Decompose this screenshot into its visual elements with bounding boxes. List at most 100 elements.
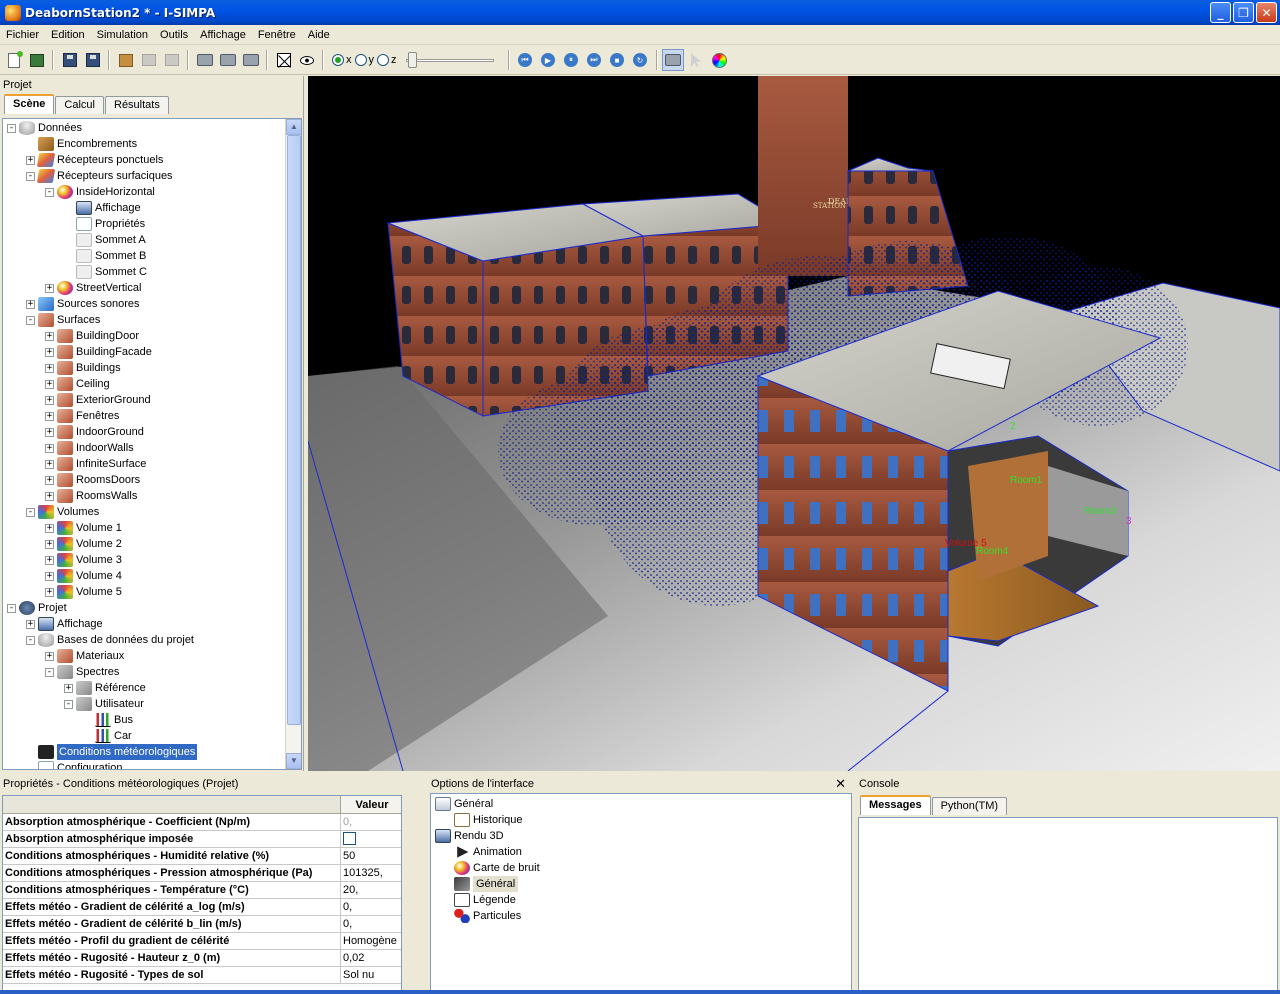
expand-toggle[interactable]: + <box>45 395 54 405</box>
options-tree-item[interactable]: Général <box>435 796 493 812</box>
expand-toggle[interactable]: + <box>45 347 54 357</box>
property-row[interactable]: Conditions atmosphériques - Pression atm… <box>3 865 401 882</box>
tree-item[interactable]: - Données <box>7 120 82 136</box>
collapse-toggle[interactable]: - <box>45 187 54 197</box>
options-close-button[interactable]: ✕ <box>835 777 846 792</box>
tree-item[interactable]: - Bases de données du projet <box>26 632 194 648</box>
camera-view-2-button[interactable] <box>217 49 239 71</box>
cut-button[interactable] <box>138 49 160 71</box>
tab-resultats[interactable]: Résultats <box>105 96 169 114</box>
expand-toggle[interactable]: + <box>64 683 73 693</box>
tree-item[interactable]: + Volume 2 <box>45 536 122 552</box>
close-button[interactable]: ✕ <box>1256 2 1277 23</box>
collapse-toggle[interactable]: - <box>64 699 73 709</box>
options-tree-item[interactable]: Légende <box>454 892 516 908</box>
expand-toggle[interactable]: + <box>45 427 54 437</box>
menu-fichier[interactable]: Fichier <box>0 25 45 45</box>
save-button[interactable] <box>59 49 81 71</box>
expand-toggle[interactable]: + <box>26 619 35 629</box>
collapse-toggle[interactable]: - <box>45 667 54 677</box>
slider-thumb[interactable] <box>407 52 417 68</box>
scroll-thumb[interactable] <box>287 135 301 725</box>
property-value[interactable]: 101325, <box>341 865 401 881</box>
property-row[interactable]: Effets météo - Rugosité - Types de sol So… <box>3 967 401 984</box>
select-mode-button[interactable] <box>685 49 707 71</box>
property-value[interactable]: 0,02 <box>341 950 401 966</box>
tree-item[interactable]: - Volumes <box>26 504 99 520</box>
collapse-toggle[interactable]: - <box>26 171 35 181</box>
scroll-up-button[interactable]: ▲ <box>286 119 301 135</box>
tree-item[interactable]: + StreetVertical <box>45 280 141 296</box>
expand-toggle[interactable]: + <box>45 523 54 533</box>
wireframe-toggle[interactable] <box>273 49 295 71</box>
camera-view-1-button[interactable] <box>194 49 216 71</box>
tree-item[interactable]: Bus <box>83 712 133 728</box>
tree-item[interactable]: + IndoorGround <box>45 424 144 440</box>
property-row[interactable]: Effets météo - Gradient de célérité a_lo… <box>3 899 401 916</box>
menu-simulation[interactable]: Simulation <box>91 25 154 45</box>
property-value[interactable]: 50 <box>341 848 401 864</box>
tree-item[interactable]: + Ceiling <box>45 376 110 392</box>
visibility-toggle[interactable] <box>296 49 318 71</box>
expand-toggle[interactable]: + <box>45 475 54 485</box>
tree-item[interactable]: Car <box>83 728 132 744</box>
tab-python[interactable]: Python(TM) <box>931 797 1008 815</box>
tree-item[interactable]: + Référence <box>64 680 146 696</box>
tree-item[interactable]: Sommet B <box>64 248 146 264</box>
expand-toggle[interactable]: + <box>45 443 54 453</box>
tree-item[interactable]: Configuration <box>26 760 122 769</box>
expand-toggle[interactable]: + <box>45 555 54 565</box>
property-row[interactable]: Conditions atmosphériques - Température … <box>3 882 401 899</box>
tree-item[interactable]: Affichage <box>64 200 141 216</box>
expand-toggle[interactable]: + <box>45 379 54 389</box>
tree-item[interactable]: - Projet <box>7 600 67 616</box>
property-row[interactable]: Effets météo - Profil du gradient de cél… <box>3 933 401 950</box>
expand-toggle[interactable]: + <box>26 155 35 165</box>
tree-item[interactable]: + BuildingFacade <box>45 344 152 360</box>
property-value[interactable]: 0, <box>341 916 401 932</box>
menu-edition[interactable]: Edition <box>45 25 91 45</box>
tree-item[interactable]: + RoomsDoors <box>45 472 140 488</box>
options-tree-item[interactable]: Rendu 3D <box>435 828 504 844</box>
collapse-toggle[interactable]: - <box>26 635 35 645</box>
property-row[interactable]: Absorption atmosphérique - Coefficient (… <box>3 814 401 831</box>
tree-item[interactable]: + Récepteurs ponctuels <box>26 152 163 168</box>
camera-view-3-button[interactable] <box>240 49 262 71</box>
tree-item[interactable]: Conditions météorologiques <box>26 744 198 760</box>
tree-item[interactable]: + Fenêtres <box>45 408 119 424</box>
tab-messages[interactable]: Messages <box>860 795 931 815</box>
first-frame-button[interactable]: ⏮ <box>514 49 536 71</box>
tree-item[interactable]: + Volume 3 <box>45 552 122 568</box>
menu-fenetre[interactable]: Fenêtre <box>252 25 302 45</box>
tree-item[interactable]: + RoomsWalls <box>45 488 137 504</box>
expand-toggle[interactable]: + <box>45 539 54 549</box>
options-tree-item[interactable]: Animation <box>454 844 522 860</box>
save-as-button[interactable] <box>82 49 104 71</box>
property-row[interactable]: Effets météo - Gradient de célérité b_li… <box>3 916 401 933</box>
tab-scene[interactable]: Scène <box>4 94 55 114</box>
loop-button[interactable]: ↻ <box>629 49 651 71</box>
tree-item[interactable]: - Utilisateur <box>64 696 144 712</box>
menu-affichage[interactable]: Affichage <box>194 25 252 45</box>
import-button[interactable] <box>115 49 137 71</box>
property-value[interactable]: 20, <box>341 882 401 898</box>
tree-item[interactable]: + Volume 4 <box>45 568 122 584</box>
axis-y-radio[interactable] <box>354 54 367 66</box>
tree-item[interactable]: + IndoorWalls <box>45 440 134 456</box>
tree-item[interactable]: Propriétés <box>64 216 145 232</box>
property-value[interactable]: 0, <box>341 814 401 830</box>
scroll-down-button[interactable]: ▼ <box>286 753 301 769</box>
options-tree-item[interactable]: Particules <box>454 908 521 924</box>
viewport-3d[interactable]: DEARBORN STATION Room1 Room3 Volume 5 Ro… <box>308 76 1280 771</box>
tree-item[interactable]: - InsideHorizontal <box>45 184 155 200</box>
menu-outils[interactable]: Outils <box>154 25 194 45</box>
tree-item[interactable]: - Récepteurs surfaciques <box>26 168 173 184</box>
tab-calcul[interactable]: Calcul <box>55 96 104 114</box>
property-value[interactable] <box>341 831 401 847</box>
expand-toggle[interactable]: + <box>45 283 54 293</box>
tree-item[interactable]: + Materiaux <box>45 648 124 664</box>
paste-button[interactable] <box>161 49 183 71</box>
options-tree-item[interactable]: Historique <box>454 812 523 828</box>
property-value[interactable]: Homogène <box>341 933 401 949</box>
tree-item[interactable]: + Volume 1 <box>45 520 122 536</box>
